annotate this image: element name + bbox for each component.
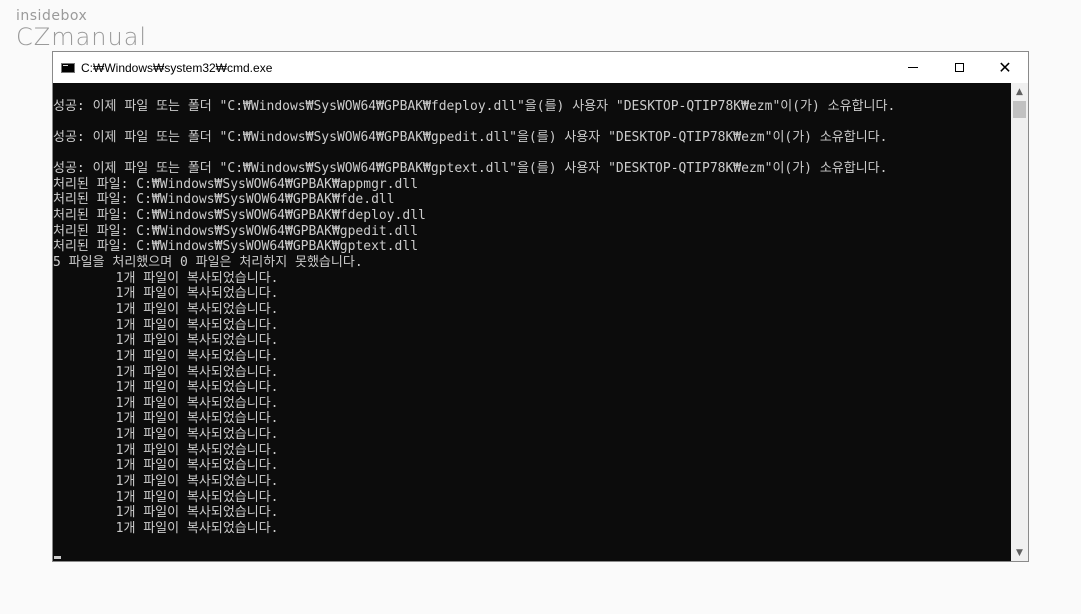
site-watermark: insidebox CZmanual xyxy=(16,8,147,50)
close-icon: ✕ xyxy=(998,57,1012,77)
console-line: 1개 파일이 복사되었습니다. xyxy=(53,505,279,521)
console-line: 성공: 이제 파일 또는 폴더 "C:₩Windows₩SysWOW64₩GPB… xyxy=(53,161,888,177)
console-line: 성공: 이제 파일 또는 폴더 "C:₩Windows₩SysWOW64₩GPB… xyxy=(53,98,896,114)
scroll-thumb[interactable] xyxy=(1013,101,1026,118)
console-line: 1개 파일이 복사되었습니다. xyxy=(53,380,279,396)
console-line: 1개 파일이 복사되었습니다. xyxy=(53,520,279,536)
console-line: 1개 파일이 복사되었습니다. xyxy=(53,395,279,411)
console-line: 1개 파일이 복사되었습니다. xyxy=(53,442,279,458)
console-line: 1개 파일이 복사되었습니다. xyxy=(53,286,279,302)
console-line: 1개 파일이 복사되었습니다. xyxy=(53,348,279,364)
maximize-button[interactable] xyxy=(936,52,982,83)
scroll-down-button[interactable]: ▼ xyxy=(1011,544,1028,561)
scroll-up-button[interactable]: ▲ xyxy=(1011,83,1028,100)
console-line: 1개 파일이 복사되었습니다. xyxy=(53,270,279,286)
console-line: 1개 파일이 복사되었습니다. xyxy=(53,364,279,380)
cmd-icon[interactable] xyxy=(61,62,75,73)
console-line: 처리된 파일: C:₩Windows₩SysWOW64₩GPBAK₩gptext… xyxy=(53,239,419,255)
console-line: 1개 파일이 복사되었습니다. xyxy=(53,411,279,427)
console-line: 1개 파일이 복사되었습니다. xyxy=(53,317,279,333)
console-line: 성공: 이제 파일 또는 폴더 "C:₩Windows₩SysWOW64₩GPB… xyxy=(53,129,888,145)
console-line: 1개 파일이 복사되었습니다. xyxy=(53,489,279,505)
console-line: 1개 파일이 복사되었습니다. xyxy=(53,474,279,490)
console-line: 1개 파일이 복사되었습니다. xyxy=(53,301,279,317)
minimize-button[interactable] xyxy=(890,52,936,83)
console-output[interactable]: 성공: 이제 파일 또는 폴더 "C:₩Windows₩SysWOW64₩GPB… xyxy=(53,83,1011,561)
console-line: 처리된 파일: C:₩Windows₩SysWOW64₩GPBAK₩fdeplo… xyxy=(53,208,426,224)
title-bar[interactable]: C:₩Windows₩system32₩cmd.exe ✕ xyxy=(53,52,1028,83)
window-controls: ✕ xyxy=(890,52,1028,83)
cmd-window: C:₩Windows₩system32₩cmd.exe ✕ 성공: 이제 파일 … xyxy=(52,51,1029,562)
console-line: 1개 파일이 복사되었습니다. xyxy=(53,427,279,443)
console-line: 1개 파일이 복사되었습니다. xyxy=(53,333,279,349)
console-line: 1개 파일이 복사되었습니다. xyxy=(53,458,279,474)
console-line: 5 파일을 처리했으며 0 파일은 처리하지 못했습니다. xyxy=(53,255,363,271)
chevron-down-icon: ▼ xyxy=(1016,547,1023,558)
chevron-up-icon: ▲ xyxy=(1016,86,1023,97)
window-title: C:₩Windows₩system32₩cmd.exe xyxy=(81,60,273,75)
console-line: 처리된 파일: C:₩Windows₩SysWOW64₩GPBAK₩appmgr… xyxy=(53,176,419,192)
minimize-icon xyxy=(908,67,918,68)
close-button[interactable]: ✕ xyxy=(982,52,1028,83)
watermark-line-2: CZmanual xyxy=(16,23,148,51)
maximize-icon xyxy=(954,63,964,72)
watermark-line-1: insidebox xyxy=(16,8,88,24)
vertical-scrollbar[interactable]: ▲ ▼ xyxy=(1011,83,1028,561)
console-line: 처리된 파일: C:₩Windows₩SysWOW64₩GPBAK₩fde.dl… xyxy=(53,192,395,208)
text-cursor xyxy=(54,556,61,559)
console-line: 처리된 파일: C:₩Windows₩SysWOW64₩GPBAK₩gpedit… xyxy=(53,223,419,239)
